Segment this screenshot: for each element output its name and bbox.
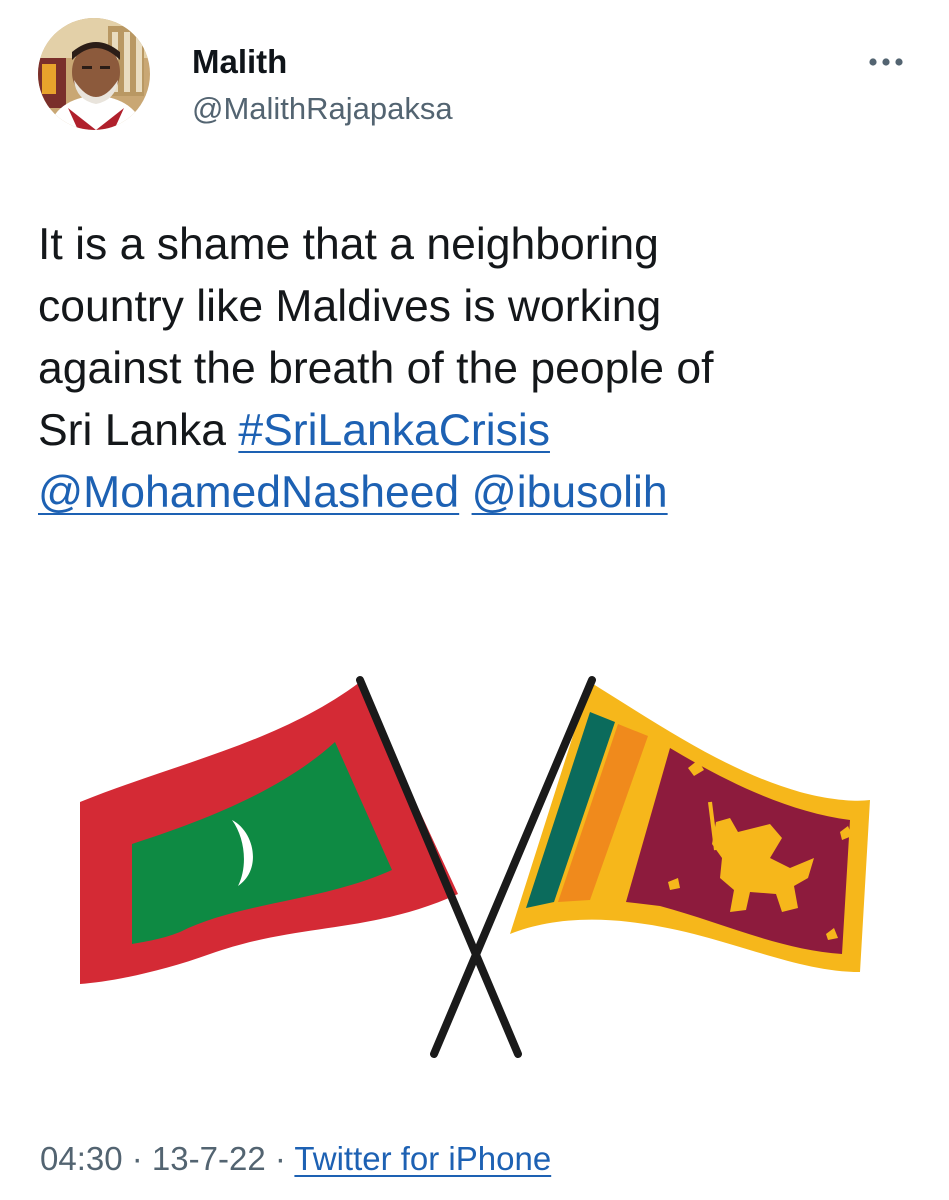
more-options-button[interactable] <box>860 44 912 80</box>
avatar-image <box>38 18 150 130</box>
maldives-flag-icon <box>80 682 458 984</box>
tweet-meta: 04:30 · 13-7-22 · Twitter for iPhone <box>40 1137 551 1181</box>
tweet-text-line: against the breath of the people of <box>38 344 714 393</box>
author-handle[interactable]: @MalithRajapaksa <box>192 90 453 128</box>
mention-link[interactable]: @MohamedNasheed <box>38 468 459 517</box>
tweet-text-line: country like Maldives is working <box>38 282 662 331</box>
tweet-time: 04:30 <box>40 1140 123 1177</box>
mention-link[interactable]: @ibusolih <box>472 468 668 517</box>
tweet-text: It is a shame that a neighboring country… <box>38 214 918 524</box>
tweet-text-line: Sri Lanka #SriLankaCrisis <box>38 400 918 462</box>
author-display-name[interactable]: Malith <box>192 42 287 82</box>
hashtag-link[interactable]: #SriLankaCrisis <box>238 406 550 455</box>
meta-separator: · <box>265 1140 295 1177</box>
tweet-text-line: It is a shame that a neighboring <box>38 220 659 269</box>
tweet-mentions-line: @MohamedNasheed @ibusolih <box>38 462 918 524</box>
tweet-text-fragment: Sri Lanka <box>38 406 239 455</box>
more-horizontal-icon <box>869 58 903 66</box>
crossed-flags-image <box>80 676 870 1058</box>
meta-separator: · <box>122 1140 152 1177</box>
sri-lanka-flag-icon <box>510 682 870 972</box>
source-link[interactable]: Twitter for iPhone <box>294 1140 551 1177</box>
avatar[interactable] <box>38 18 150 130</box>
tweet-date: 13-7-22 <box>151 1140 266 1177</box>
tweet-media-image[interactable] <box>70 672 880 1072</box>
